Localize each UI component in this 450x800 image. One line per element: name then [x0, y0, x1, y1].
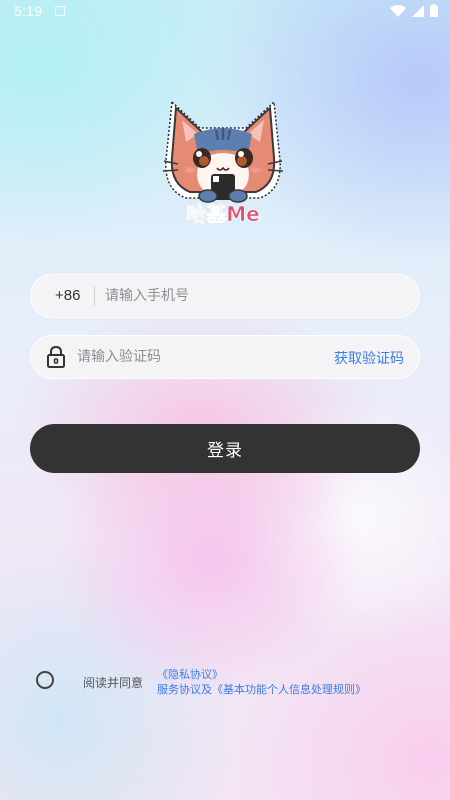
divider	[94, 286, 95, 306]
get-code-button[interactable]: 获取验证码	[334, 348, 404, 368]
login-button[interactable]: 登录	[30, 424, 420, 473]
notification-icon	[55, 6, 65, 16]
status-time: 5:19	[14, 3, 43, 19]
wifi-icon	[390, 4, 406, 17]
signal-icon	[412, 4, 424, 17]
status-icons	[390, 4, 438, 17]
privacy-link[interactable]: 《隐私协议》	[157, 667, 366, 682]
lock-icon	[47, 346, 65, 368]
agree-text: 阅读并同意	[83, 676, 144, 690]
code-field: 获取验证码	[30, 335, 420, 379]
cat-mascot-icon	[162, 100, 284, 203]
agreement-links: 《隐私协议》 服务协议及《基本功能个人信息处理规则》	[157, 667, 366, 697]
phone-input[interactable]	[105, 274, 395, 318]
agree-radio[interactable]	[36, 671, 54, 689]
battery-icon	[430, 4, 438, 17]
phone-field: +86	[30, 274, 420, 318]
logo-text: 哈基Me	[186, 202, 259, 226]
service-link[interactable]: 服务协议及《基本功能个人信息处理规则》	[157, 682, 366, 697]
country-code[interactable]: +86	[55, 287, 80, 304]
code-input[interactable]	[77, 335, 307, 379]
status-bar: 5:19	[0, 0, 450, 24]
app-logo: 哈基Me	[162, 100, 284, 226]
